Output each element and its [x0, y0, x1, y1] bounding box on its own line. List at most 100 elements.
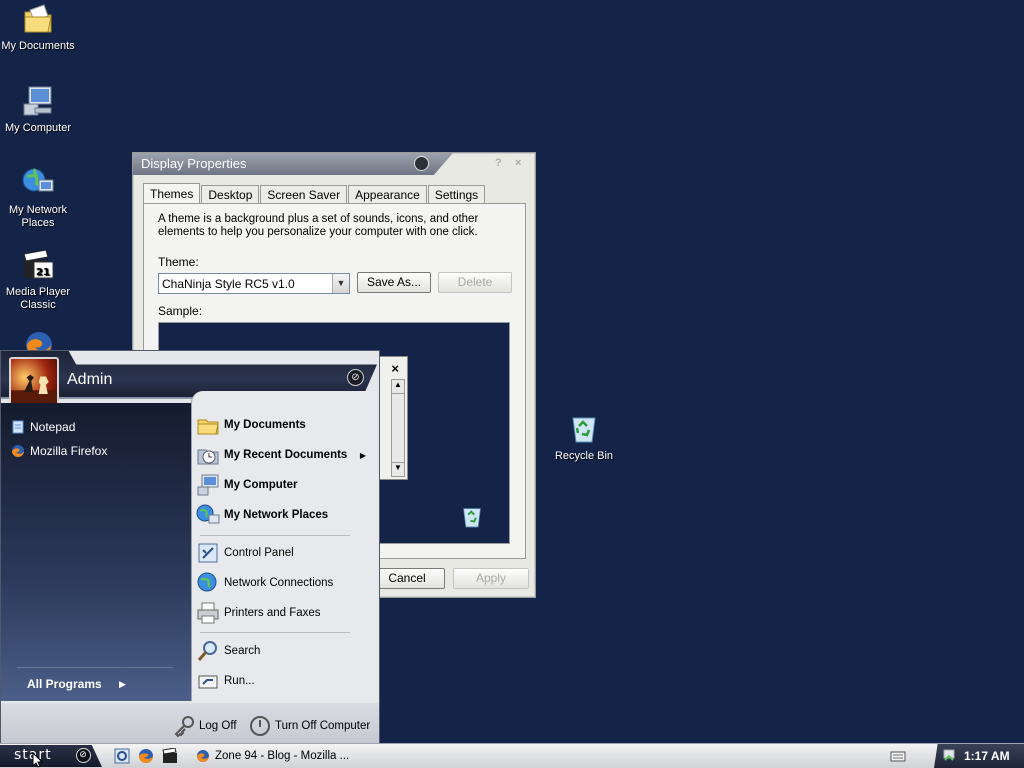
all-programs-button[interactable]: All Programs [27, 677, 102, 691]
firefox-icon [197, 750, 209, 762]
sample-recycle-bin-icon [459, 503, 485, 531]
system-network-connections[interactable]: Network Connections [196, 570, 374, 596]
film-clapper-icon: 21 [21, 248, 55, 282]
tab-settings[interactable]: Settings [427, 185, 486, 203]
desktop-icon-my-documents[interactable]: My Documents [0, 2, 76, 53]
tab-bar: Themes Desktop Screen Saver Appearance S… [143, 183, 486, 204]
turn-off-label: Turn Off Computer [275, 720, 371, 732]
desktop-icon-recycle-bin[interactable]: Recycle Bin [546, 412, 622, 463]
quicklaunch-firefox-icon[interactable] [138, 748, 154, 764]
svg-text:21: 21 [36, 267, 50, 278]
chevron-down-icon[interactable]: ▼ [332, 274, 349, 293]
tools-run[interactable]: Run... [196, 668, 374, 694]
log-off-label: Log Off [199, 720, 237, 732]
separator [200, 535, 350, 536]
item-label: Run... [224, 675, 255, 687]
desktop-icon-my-computer[interactable]: My Computer [0, 84, 76, 135]
quicklaunch-ie-icon[interactable] [114, 748, 130, 764]
chevron-right-icon: ▶ [119, 679, 126, 689]
notepad-icon [12, 420, 24, 434]
sample-label: Sample: [158, 304, 203, 318]
delete-button[interactable]: Delete [438, 272, 512, 293]
control-panel-icon [198, 543, 218, 563]
taskbar-item-label: Zone 94 - Blog - Mozilla ... [215, 750, 350, 762]
keyboard-icon[interactable] [890, 749, 906, 763]
item-label: Network Connections [224, 577, 334, 589]
log-off-button[interactable]: Log Off [173, 715, 237, 737]
key-icon [174, 716, 194, 737]
computer-icon [197, 474, 219, 496]
scroll-up-icon: ▲ [392, 380, 404, 394]
tab-desktop[interactable]: Desktop [201, 185, 260, 203]
tools-search[interactable]: Search [196, 638, 374, 664]
start-button[interactable]: start ⊘ [0, 745, 102, 767]
theme-select[interactable]: ChaNinja Style RC5 v1.0 ▼ [158, 273, 350, 294]
tab-screen-saver[interactable]: Screen Saver [260, 185, 348, 203]
theme-description: A theme is a background plus a set of so… [158, 213, 479, 238]
item-label: My Documents [224, 419, 306, 431]
search-icon [197, 641, 217, 661]
close-button[interactable]: × [515, 157, 521, 169]
start-orb-icon: ⊘ [76, 748, 91, 763]
computer-icon [21, 84, 55, 118]
system-printers-and-faxes[interactable]: Printers and Faxes [196, 600, 374, 626]
cancel-button[interactable]: Cancel [369, 568, 445, 589]
separator [200, 632, 350, 633]
clock[interactable]: 1:17 AM [964, 749, 1010, 763]
firefox-icon [12, 445, 24, 457]
places-my-network-places[interactable]: My Network Places [196, 502, 374, 528]
tab-themes[interactable]: Themes [143, 183, 201, 204]
pinned-notepad[interactable]: Notepad [11, 417, 75, 437]
start-menu-footer: Log Off Turn Off Computer [1, 703, 379, 743]
power-icon [250, 716, 270, 736]
taskbar-item-firefox[interactable]: Zone 94 - Blog - Mozilla ... [190, 746, 362, 766]
user-name: Admin [67, 371, 113, 388]
places-my-documents[interactable]: My Documents [196, 412, 374, 438]
recycle-bin-icon [567, 412, 601, 446]
pinned-firefox[interactable]: Mozilla Firefox [11, 441, 107, 461]
tab-appearance[interactable]: Appearance [348, 185, 427, 203]
scroll-down-icon: ▼ [392, 462, 404, 476]
mouse-cursor-icon [32, 752, 44, 768]
desktop-icon-label: My Network Places [8, 204, 68, 229]
turn-off-computer-button[interactable]: Turn Off Computer [249, 715, 370, 737]
desktop-icon-label: Media Player Classic [5, 286, 71, 311]
desktop-icon-label: My Computer [4, 122, 72, 134]
folder-icon [21, 2, 55, 36]
desktop-icon-label: My Documents [1, 40, 75, 52]
start-menu: Admin ⊘ Notepad Mozilla Firefox All Prog… [0, 350, 380, 743]
recent-documents-icon [197, 449, 219, 465]
system-tray: 1:17 AM [934, 744, 1024, 768]
item-label: My Recent Documents [224, 449, 348, 461]
help-button[interactable]: ? [495, 157, 502, 169]
run-icon [198, 675, 218, 689]
start-menu-places: My Documents My Recent Documents ▶ My Co… [191, 391, 377, 701]
window-orb-icon [414, 156, 429, 171]
network-connections-icon [197, 572, 217, 592]
separator [17, 667, 173, 668]
theme-select-value: ChaNinja Style RC5 v1.0 [162, 277, 295, 291]
desktop-icon-my-network-places[interactable]: My Network Places [0, 166, 76, 230]
folder-icon [197, 419, 219, 435]
pinned-label: Notepad [30, 420, 76, 434]
places-my-computer[interactable]: My Computer [196, 472, 374, 498]
desktop-icon-media-player-classic[interactable]: 21 Media Player Classic [0, 248, 76, 312]
user-avatar[interactable] [9, 357, 59, 407]
chevron-right-icon: ▶ [359, 450, 366, 460]
window-title-bar[interactable]: Display Properties [133, 153, 453, 175]
item-label: Control Panel [224, 547, 294, 559]
system-control-panel[interactable]: Control Panel [196, 540, 374, 566]
item-label: Search [224, 645, 261, 657]
apply-button[interactable]: Apply [453, 568, 529, 589]
header-orb-icon: ⊘ [347, 369, 364, 386]
taskbar: start ⊘ Zone 94 - Blog - Mozilla ... 1:1… [0, 743, 1024, 768]
item-label: Printers and Faxes [224, 607, 321, 619]
places-my-recent-documents[interactable]: My Recent Documents ▶ [196, 442, 374, 468]
desktop-icon-label: Recycle Bin [554, 450, 614, 462]
network-status-icon[interactable] [942, 748, 956, 762]
theme-label: Theme: [158, 255, 199, 269]
save-as-button[interactable]: Save As... [357, 272, 431, 293]
pinned-label: Mozilla Firefox [30, 444, 108, 458]
quicklaunch-media-player-icon[interactable] [162, 748, 178, 764]
network-globe-icon [21, 166, 55, 200]
